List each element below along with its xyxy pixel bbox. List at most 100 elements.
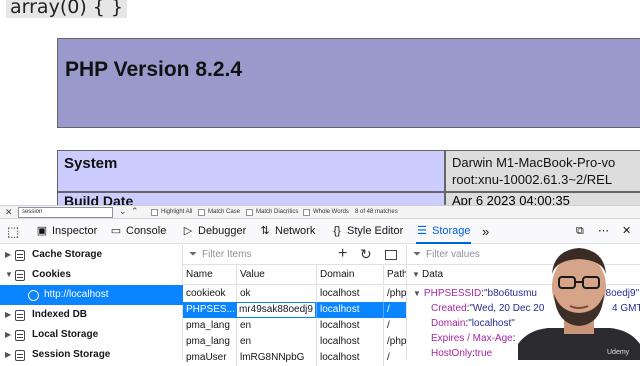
match-diacritics-checkbox[interactable] [246, 209, 253, 216]
sidebar-item-local-storage[interactable]: ▶ Local Storage [0, 325, 183, 345]
php-info-table: System Darwin M1-MacBook-Pro-vo root:xnu… [57, 150, 640, 205]
cell-path: / [383, 302, 406, 318]
column-header-path[interactable]: Path [383, 265, 406, 285]
php-version-header: PHP Version 8.2.4 [57, 38, 640, 128]
match-case-label: Match Case [208, 209, 241, 215]
element-picker-icon[interactable]: ⬚ [7, 219, 19, 244]
highlight-all-checkbox[interactable] [151, 209, 158, 216]
cell-name: cookieok [186, 288, 226, 299]
cell-value: en [236, 334, 316, 350]
table-header: Name Value Domain Path [183, 265, 406, 285]
sidebar-item-cookies[interactable]: ▼ Cookies [0, 265, 183, 285]
find-previous-icon[interactable]: ⌃ [131, 206, 139, 217]
expand-arrow-icon: ▶ [5, 330, 12, 339]
column-header-value[interactable]: Value [236, 265, 316, 285]
table-row[interactable]: pmaUser lmRG8NNpbG localhost / [183, 350, 406, 366]
system-label-cell: System [57, 150, 445, 192]
storage-icon: ☰ [417, 225, 427, 237]
var-dump-output: array(0) { } [6, 0, 127, 18]
filter-items-input[interactable]: Filter Items [202, 249, 251, 260]
detail-expires[interactable]: Expires / Max-Age: [431, 331, 515, 346]
collapse-arrow-icon: ▼ [5, 270, 13, 279]
filter-items-bar: ⏷ Filter Items + ↻ [183, 245, 406, 265]
system-value-cell: Darwin M1-MacBook-Pro-vo root:xnu-10002.… [445, 150, 640, 192]
tab-style-editor[interactable]: {} Style Editor [331, 219, 403, 244]
tab-debugger[interactable]: ▷ Debugger [182, 219, 247, 244]
highlight-all-label: Highlight All [161, 209, 193, 215]
php-version-title: PHP Version 8.2.4 [65, 58, 243, 81]
refresh-icon[interactable]: ↻ [360, 246, 372, 263]
cell-value-edit-input[interactable]: mr49sak88oedj9 [236, 302, 316, 318]
toggle-sidebar-icon[interactable] [385, 250, 397, 260]
cell-value: ok [236, 286, 316, 302]
globe-icon [28, 290, 39, 301]
cell-path: / [383, 318, 406, 334]
table-row[interactable]: pma_lang en localhost / [183, 318, 406, 334]
tab-inspector[interactable]: ▣ Inspector [36, 219, 97, 244]
database-icon [15, 330, 25, 341]
database-icon [15, 270, 25, 281]
whole-words-label: Whole Words [313, 209, 349, 215]
add-item-icon[interactable]: + [338, 245, 347, 263]
inspector-icon: ▣ [36, 225, 48, 237]
cell-domain: localhost [316, 302, 383, 318]
table-row[interactable]: pma_lang en localhost /php [183, 334, 406, 350]
filter-icon: ⏷ [189, 249, 197, 260]
tab-console[interactable]: ▭ Console [110, 219, 167, 244]
cell-domain: localhost [316, 318, 383, 334]
cell-name: pmaUser [186, 352, 227, 363]
sidebar-item-cache-storage[interactable]: ▶ Cache Storage [0, 245, 183, 265]
debugger-icon: ▷ [183, 225, 193, 237]
sidebar-item-indexed-db[interactable]: ▶ Indexed DB [0, 305, 183, 325]
collapse-arrow-icon: ▼ [412, 270, 420, 279]
cell-path: / [383, 350, 406, 366]
expand-arrow-icon: ▶ [5, 310, 12, 319]
sidebar-item-session-storage[interactable]: ▶ Session Storage [0, 345, 183, 365]
cell-name: pma_lang [186, 320, 230, 331]
cell-domain: localhost [316, 334, 383, 350]
cell-value: en [236, 318, 316, 334]
collapse-arrow-icon: ▼ [413, 289, 421, 298]
network-icon: ⇅ [260, 225, 270, 237]
cell-domain: localhost [316, 350, 383, 366]
tab-network[interactable]: ⇅ Network [259, 219, 315, 244]
find-input[interactable]: session [18, 207, 113, 218]
match-count: 8 of 48 matches [355, 209, 398, 215]
database-icon [15, 310, 25, 321]
database-icon [15, 350, 25, 361]
column-header-name[interactable]: Name [183, 265, 236, 285]
storage-sidebar: ▶ Cache Storage ▼ Cookies http://localhost… [0, 245, 183, 361]
sidebar-item-localhost[interactable]: http://localhost [0, 285, 183, 305]
presenter-image [518, 248, 640, 360]
filter-values-input[interactable]: Filter values [426, 249, 480, 260]
detail-hostonly[interactable]: HostOnly:true [431, 346, 492, 361]
column-header-domain[interactable]: Domain [316, 265, 383, 285]
table-row[interactable]: cookieok ok localhost /php [183, 286, 406, 302]
build-date-label-cell: Build Date [57, 192, 445, 205]
style-editor-icon: {} [333, 225, 341, 237]
build-date-value-cell: Apr 6 2023 04:00:35 [445, 192, 640, 205]
whole-words-checkbox[interactable] [303, 209, 310, 216]
detail-domain[interactable]: Domain:"localhost" [431, 316, 515, 331]
find-bar: ✕ session ⌄ ⌃ Highlight All Match Case M… [0, 205, 640, 219]
cell-name: pma_lang [186, 336, 230, 347]
console-icon: ▭ [110, 225, 122, 237]
cell-domain: localhost [316, 286, 383, 302]
cell-path: /php [383, 334, 406, 350]
find-next-icon[interactable]: ⌄ [119, 206, 127, 217]
php-info-page: array(0) { } PHP Version 8.2.4 System Da… [0, 0, 640, 205]
cell-path: /php [383, 286, 406, 302]
close-find-icon[interactable]: ✕ [5, 207, 13, 218]
table-row-selected[interactable]: PHPSES... mr49sak88oedj9 localhost / [183, 302, 406, 318]
cookie-table-panel: ⏷ Filter Items + ↻ Name Value Domain Pat… [183, 245, 406, 366]
presenter-webcam-overlay [518, 232, 640, 360]
udemy-watermark: Udemy [607, 349, 630, 356]
match-diacritics-label: Match Diacritics [256, 209, 299, 215]
match-case-checkbox[interactable] [198, 209, 205, 216]
expand-arrow-icon: ▶ [5, 350, 12, 359]
cell-name: PHPSES... [186, 304, 235, 315]
expand-arrow-icon: ▶ [5, 250, 12, 259]
filter-icon: ⏷ [413, 249, 421, 260]
more-tools-chevron-icon[interactable]: » [482, 219, 489, 244]
tab-storage[interactable]: ☰ Storage [416, 219, 471, 244]
